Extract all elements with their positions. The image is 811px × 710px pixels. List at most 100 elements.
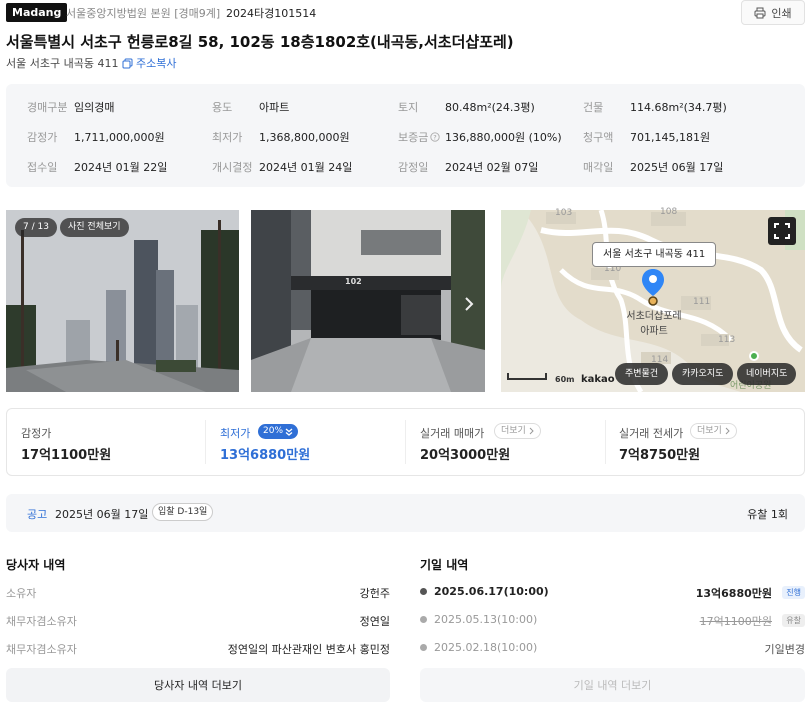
deposit-label-group: 보증금 ?	[398, 129, 441, 145]
party-role: 채무자겸소유자	[6, 615, 77, 628]
status-dot	[420, 644, 427, 651]
view-all-photos-button[interactable]: 사진 전체보기	[60, 218, 129, 237]
property-photo-1[interactable]	[6, 210, 239, 392]
copy-address-button[interactable]: 주소복사	[122, 55, 176, 71]
sale-price-label: 실거래 매매가	[420, 427, 485, 440]
label-minimum: 최저가	[212, 131, 243, 144]
help-icon[interactable]: ?	[430, 132, 441, 142]
map-bldg-113: 113	[718, 335, 736, 345]
rent-price-value: 7억8750만원	[619, 448, 701, 463]
map-bldg-108: 108	[660, 207, 678, 217]
case-number: 2024타경101514	[226, 7, 317, 20]
schedule-date: 2025.06.17(10:00)	[434, 585, 549, 598]
photo-street-image	[6, 210, 239, 392]
map-fullscreen-button[interactable]	[768, 217, 796, 245]
map-pin-icon[interactable]	[641, 268, 665, 306]
madang-logo[interactable]: Madang	[6, 3, 68, 22]
minimum-price-value: 13억6880만원	[220, 448, 311, 463]
sale-price-value: 20억3000만원	[420, 448, 511, 463]
label-usage: 용도	[212, 101, 233, 114]
schedule-value: 17억1100만원	[699, 615, 772, 628]
map-complex-type: 아파트	[640, 326, 668, 337]
value-claim: 701,145,181원	[630, 131, 711, 144]
printer-icon	[754, 7, 766, 18]
map-scale-label: 60m	[555, 375, 575, 384]
value-building: 114.68m²(34.7평)	[630, 101, 727, 114]
label-land: 토지	[398, 101, 419, 114]
label-appraisal-date: 감정일	[398, 161, 429, 174]
print-label: 인쇄	[771, 6, 792, 20]
divider	[405, 420, 406, 464]
print-button[interactable]: 인쇄	[741, 0, 805, 25]
rent-price-more-button[interactable]: 더보기	[690, 423, 737, 439]
label-auction-type: 경매구분	[27, 101, 68, 114]
sub-address: 서울 서초구 내곡동 411	[6, 57, 119, 70]
divider	[205, 420, 206, 464]
value-appraisal-date: 2024년 02월 07일	[445, 161, 539, 174]
status-dot	[420, 588, 427, 595]
party-name: 정연일의 파산관재인 변호사 홍민정	[227, 643, 390, 656]
double-chevron-down-icon	[285, 428, 293, 436]
chevron-right-icon	[725, 427, 730, 435]
label-deposit: 보증금	[398, 131, 429, 144]
discount-rate: 20%	[263, 426, 284, 436]
party-role: 소유자	[6, 587, 37, 600]
next-photo-button[interactable]	[460, 295, 478, 313]
property-title: 서울특별시 서초구 헌릉로8길 58, 102동 18층1802호(내곡동,서초…	[6, 33, 514, 51]
status-dot	[420, 616, 427, 623]
schedule-date: 2025.05.13(10:00)	[434, 613, 538, 626]
label-received: 접수일	[27, 161, 58, 174]
parties-more-button[interactable]: 당사자 내역 더보기	[6, 668, 390, 702]
kakao-map-button[interactable]: 카카오지도	[672, 363, 734, 385]
sale-more-label: 더보기	[501, 426, 526, 436]
schedule-title: 기일 내역	[420, 558, 469, 572]
photo-counter: 7 / 13	[15, 218, 57, 237]
kakao-brand: kakao	[581, 374, 615, 385]
property-photo-2[interactable]	[251, 210, 485, 392]
parties-title: 당사자 내역	[6, 558, 66, 572]
svg-text:?: ?	[434, 133, 437, 141]
appraisal-price-label: 감정가	[21, 427, 52, 440]
party-role: 채무자겸소유자	[6, 643, 77, 656]
location-pin-icon	[642, 269, 664, 306]
label-sale-date: 매각일	[583, 161, 614, 174]
divider	[605, 420, 606, 464]
value-auction-type: 임의경매	[74, 101, 115, 114]
value-minimum: 1,368,800,000원	[259, 131, 350, 144]
value-land: 80.48m²(24.3평)	[445, 101, 535, 114]
label-appraisal: 감정가	[27, 131, 58, 144]
status-tag-in-progress: 진행	[782, 586, 805, 599]
fullscreen-icon	[774, 223, 790, 239]
map-bldg-111: 111	[693, 297, 711, 307]
value-usage: 아파트	[259, 101, 290, 114]
value-commence: 2024년 01월 24일	[259, 161, 353, 174]
park-icon	[749, 351, 759, 361]
failed-count: 유찰 1회	[747, 508, 788, 521]
sale-price-more-button[interactable]: 더보기	[494, 423, 541, 439]
court-name: 서울중앙지방법원 본원 [경매9계]	[66, 7, 221, 20]
value-appraisal: 1,711,000,000원	[74, 131, 165, 144]
status-tag-failed: 유찰	[782, 614, 805, 627]
copy-label: 주소복사	[136, 57, 177, 70]
minimum-price-label: 최저가	[220, 427, 251, 440]
naver-map-button[interactable]: 네이버지도	[737, 363, 797, 385]
nearby-items-button[interactable]: 주변물건	[615, 363, 669, 385]
dday-badge: 입찰 D-13일	[152, 503, 214, 521]
party-name: 정연일	[359, 615, 390, 628]
schedule-value: 기일변경	[764, 643, 805, 656]
party-name: 강헌주	[359, 587, 390, 600]
schedule-more-button[interactable]: 기일 내역 더보기	[420, 668, 805, 702]
copy-icon	[122, 58, 133, 68]
label-building: 건물	[583, 101, 604, 114]
value-deposit: 136,880,000원 (10%)	[445, 131, 562, 144]
building-sign: 102	[345, 277, 362, 286]
value-sale-date: 2025년 06월 17일	[630, 161, 724, 174]
chevron-right-icon	[529, 427, 534, 435]
label-claim: 청구액	[583, 131, 614, 144]
map-complex-name: 서초더샵포레	[626, 311, 682, 322]
rent-more-label: 더보기	[697, 426, 722, 436]
notice-label: 공고	[27, 508, 48, 521]
appraisal-price-value: 17억1100만원	[21, 448, 112, 463]
label-commence: 개시결정	[212, 161, 253, 174]
map-complex-label: 서초더샵포레 아파트	[624, 307, 684, 337]
